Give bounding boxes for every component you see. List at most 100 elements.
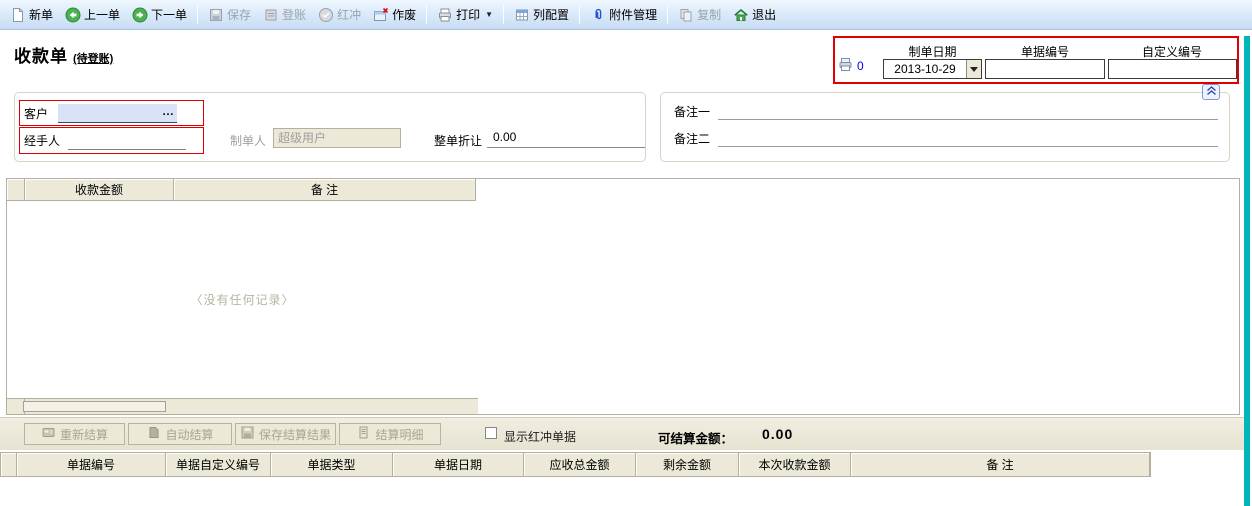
post-button[interactable]: 登账 [257, 4, 312, 25]
doc-date-select[interactable]: 2013-10-29 [883, 59, 982, 79]
toolbar-label: 附件管理 [609, 8, 658, 22]
table-empty-text: 〈没有任何记录〉 [190, 293, 295, 307]
toolbar-separator [667, 5, 669, 24]
customer-lookup-button[interactable]: … [160, 104, 176, 121]
settlement-toolbar: 重新结算 自动结算 保存结算结果 结算明细 显示红冲单据 可结算金额： 0.00 [0, 417, 1244, 450]
custom-number-label: 自定义编号 [1141, 45, 1202, 59]
show-red-label: 显示红冲单据 [504, 430, 577, 444]
save-settlement-button[interactable]: 保存结算结果 [235, 423, 336, 445]
void-icon [373, 7, 389, 23]
new-doc-button[interactable]: 新单 [4, 4, 59, 25]
detail-grid-header: 收款金额 备 注 [7, 179, 476, 201]
column-header-amount[interactable]: 收款金额 [25, 179, 174, 201]
void-button[interactable]: 作废 [367, 4, 422, 25]
toolbar-separator [197, 5, 199, 24]
post-icon [263, 7, 279, 23]
toolbar: 新单 上一单 下一单 保存 登账 红冲 作废 打印 ▼ 列配置 附件管理 复制 … [0, 0, 1252, 30]
column-header-remaining[interactable]: 剩余金额 [636, 453, 739, 476]
detail-grid-footer [7, 398, 478, 414]
column-config-button[interactable]: 列配置 [508, 4, 575, 25]
toolbar-separator [426, 5, 428, 24]
settlement-detail-button[interactable]: 结算明细 [339, 423, 441, 445]
collapse-panel-button[interactable] [1202, 84, 1220, 100]
customer-label: 客户 [24, 106, 49, 121]
toolbar-label: 保存 [227, 8, 252, 22]
toolbar-label: 列配置 [533, 8, 570, 22]
printer-count-icon [838, 57, 853, 75]
toolbar-separator [503, 5, 505, 24]
column-header-doc-type[interactable]: 单据类型 [271, 453, 393, 476]
settlement-detail-icon [356, 425, 371, 443]
resettle-icon [41, 425, 56, 443]
column-config-icon [514, 7, 530, 23]
toolbar-label: 登账 [282, 8, 307, 22]
print-icon [437, 7, 453, 23]
row-selector-header [7, 179, 25, 201]
exit-button[interactable]: 退出 [727, 4, 782, 25]
dropdown-arrow-icon [970, 66, 978, 72]
remark1-label: 备注一 [674, 105, 711, 119]
window-edge-bar [1244, 36, 1250, 506]
auto-settle-button[interactable]: 自动结算 [128, 423, 232, 445]
save-settlement-label: 保存结算结果 [258, 427, 331, 442]
toolbar-label: 退出 [752, 8, 777, 22]
doc-number-input[interactable] [985, 59, 1105, 79]
document-type-title: 收款单 [14, 47, 68, 66]
remark2-label: 备注二 [674, 132, 711, 146]
handler-label: 经手人 [24, 134, 61, 148]
next-doc-button[interactable]: 下一单 [126, 4, 193, 25]
toolbar-label: 新单 [29, 8, 54, 22]
toolbar-label: 下一单 [151, 8, 188, 22]
auto-settle-label: 自动结算 [165, 427, 214, 442]
resettle-button[interactable]: 重新结算 [24, 423, 125, 445]
column-header-remark[interactable]: 备 注 [851, 453, 1150, 476]
save-settlement-icon [240, 425, 255, 443]
toolbar-label: 打印 [456, 8, 481, 22]
save-button[interactable]: 保存 [202, 4, 257, 25]
resettle-label: 重新结算 [59, 427, 108, 442]
toolbar-label: 红冲 [337, 8, 362, 22]
customer-input[interactable]: … [58, 103, 178, 123]
copy-button[interactable]: 复制 [672, 4, 727, 25]
remarks-groupbox: 备注一 备注二 [660, 92, 1230, 162]
prev-icon [65, 7, 81, 23]
settlement-detail-label: 结算明细 [375, 427, 424, 442]
horizontal-scrollbar[interactable] [23, 401, 166, 412]
column-header-doc-number[interactable]: 单据编号 [17, 453, 166, 476]
discount-label: 整单折让 [434, 134, 483, 148]
handler-field-box: 经手人 [19, 127, 204, 154]
new-doc-icon [10, 7, 26, 23]
remark1-input[interactable] [718, 100, 1218, 120]
print-count-indicator: 0 [838, 57, 864, 75]
toolbar-label: 复制 [697, 8, 722, 22]
column-header-custom-number[interactable]: 单据自定义编号 [166, 453, 271, 476]
remark2-input[interactable] [718, 127, 1218, 147]
creator-value-field: 超级用户 [273, 128, 401, 148]
column-header-remark[interactable]: 备 注 [174, 179, 476, 201]
column-header-doc-date[interactable]: 单据日期 [393, 453, 524, 476]
column-header-total-receivable[interactable]: 应收总金额 [524, 453, 636, 476]
receipt-detail-grid: 收款金额 备 注 〈没有任何记录〉 [6, 178, 1240, 415]
print-button[interactable]: 打印 ▼ [431, 4, 499, 25]
toolbar-label: 上一单 [84, 8, 121, 22]
date-dropdown-button[interactable] [966, 60, 981, 78]
documents-grid-header: 单据编号 单据自定义编号 单据类型 单据日期 应收总金额 剩余金额 本次收款金额… [0, 452, 1151, 477]
prev-doc-button[interactable]: 上一单 [59, 4, 126, 25]
custom-number-input[interactable] [1108, 59, 1237, 79]
attachment-button[interactable]: 附件管理 [584, 4, 663, 25]
header-fields-box: 制单日期 单据编号 自定义编号 0 2013-10-29 [833, 36, 1239, 84]
creator-label: 制单人 [230, 134, 267, 148]
page-title: 收款单 (待登账) [14, 42, 113, 67]
double-chevron-up-icon [1206, 85, 1217, 99]
doc-number-label: 单据编号 [1020, 45, 1069, 59]
red-reverse-button[interactable]: 红冲 [312, 4, 367, 25]
column-header-current-receipt[interactable]: 本次收款金额 [739, 453, 851, 476]
exit-home-icon [733, 7, 749, 23]
save-icon [208, 7, 224, 23]
party-info-groupbox: 客户 … 经手人 制单人 超级用户 整单折让 0.00 [14, 92, 646, 162]
print-count-value: 0 [857, 59, 864, 73]
show-red-checkbox[interactable] [485, 427, 497, 439]
toolbar-label: 作废 [392, 8, 417, 22]
discount-input[interactable]: 0.00 [487, 128, 645, 148]
handler-input[interactable] [68, 131, 187, 150]
